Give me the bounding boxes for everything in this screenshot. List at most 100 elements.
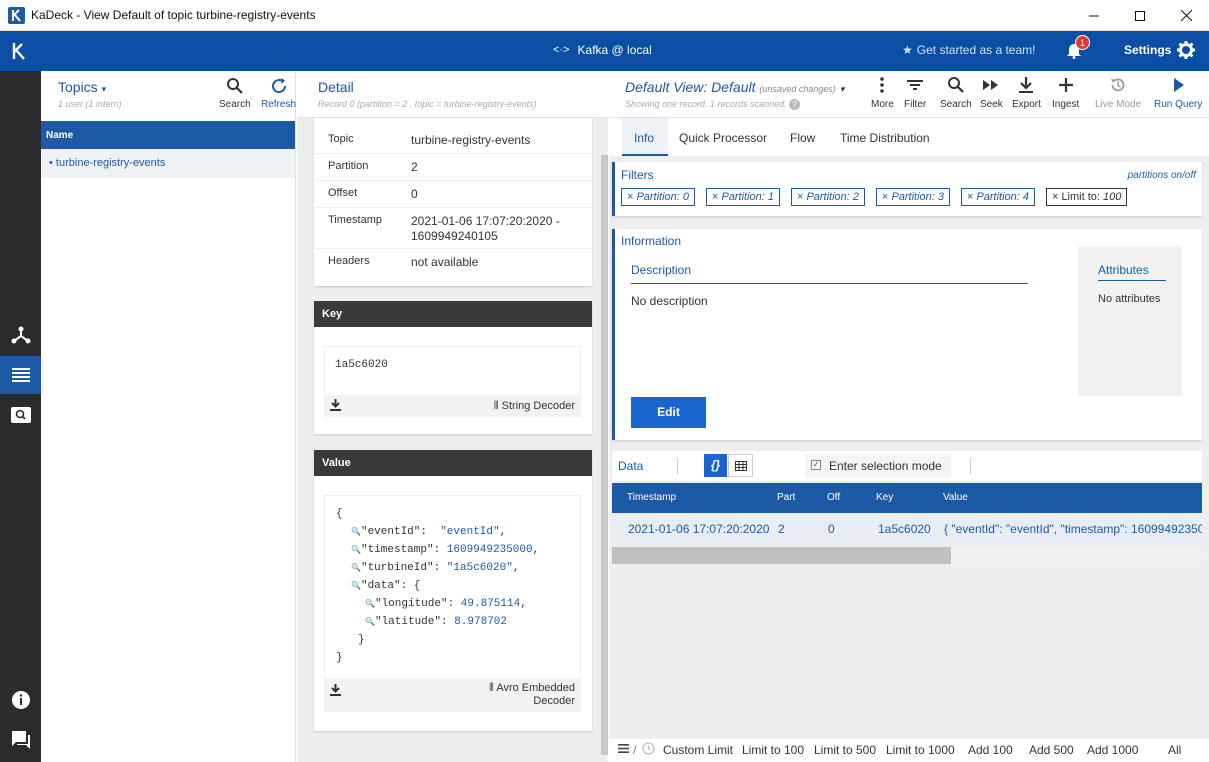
chat-icon[interactable] — [0, 721, 41, 759]
column-header-key[interactable]: Key — [876, 492, 893, 503]
seek-button[interactable]: Seek — [980, 76, 1003, 110]
information-label: Information — [621, 234, 682, 248]
key-decoder-bar: ⦀ String Decoder — [324, 395, 581, 417]
ingest-button[interactable]: Ingest — [1052, 76, 1079, 110]
filter-chip-limit[interactable]: × Limit to: 100 — [1046, 188, 1128, 206]
column-header-part[interactable]: Part — [777, 492, 795, 503]
key-decoder-selector[interactable]: ⦀ String Decoder — [494, 400, 575, 413]
metadata-key: Offset — [328, 187, 358, 199]
add-1000-button[interactable]: Add 1000 — [1087, 743, 1138, 757]
tab-flow[interactable]: Flow — [790, 131, 815, 145]
gear-icon[interactable] — [1177, 41, 1195, 59]
all-button[interactable]: All — [1168, 743, 1181, 757]
kadeck-logo-icon[interactable] — [12, 41, 30, 61]
tab-quick-processor[interactable]: Quick Processor — [679, 131, 767, 145]
close-icon[interactable]: × — [882, 191, 888, 203]
json-value: 1609949235000 — [446, 544, 533, 556]
export-button[interactable]: Export — [1012, 76, 1041, 110]
filter-chip-partition-3[interactable]: × Partition: 3 — [876, 188, 951, 206]
table-view-icon[interactable] — [728, 454, 753, 477]
json-key: "turbineId" — [360, 562, 434, 574]
column-header-off[interactable]: Off — [827, 492, 840, 503]
cell-key: 1a5c6020 — [878, 522, 931, 536]
filter-chip-partition-1[interactable]: × Partition: 1 — [706, 188, 781, 206]
refresh-button[interactable]: Refresh — [261, 77, 296, 110]
edit-button[interactable]: Edit — [631, 397, 706, 428]
json-key: "data" — [360, 580, 401, 592]
selection-mode-toggle[interactable]: ✓ Enter selection mode — [805, 454, 951, 477]
topic-list-item[interactable]: • turbine-registry-events — [41, 149, 295, 178]
nav-topology-icon[interactable] — [0, 316, 41, 354]
team-link[interactable]: ★ Get started as a team! — [902, 43, 1036, 57]
value-decoder-bar: ⦀ Avro Embedded Decoder — [324, 678, 581, 712]
filter-chip-partition-4[interactable]: × Partition: 4 — [961, 188, 1036, 206]
help-icon[interactable]: ? — [789, 99, 801, 110]
value-decoder-selector[interactable]: ⦀ Avro Embedded Decoder — [489, 682, 575, 708]
settings-link[interactable]: Settings — [1124, 43, 1171, 57]
ingest-label: Ingest — [1052, 99, 1080, 110]
horizontal-scroll-track[interactable] — [612, 547, 1202, 564]
view-panel: Default View: Default (unsaved changes) … — [609, 71, 1209, 762]
nav-search-icon[interactable] — [0, 396, 41, 434]
chip-label: Partition: — [721, 191, 765, 203]
key-content[interactable]: 1a5c6020 — [324, 346, 581, 396]
checkbox-icon[interactable]: ✓ — [811, 460, 821, 470]
run-query-button[interactable]: Run Query — [1154, 76, 1202, 110]
info-icon[interactable] — [0, 681, 41, 719]
limit-500-button[interactable]: Limit to 500 — [814, 743, 876, 757]
close-icon[interactable]: × — [797, 191, 803, 203]
json-line-turbineid: 🔍"turbineId": "1a5c6020", — [351, 562, 520, 574]
history-icon — [1111, 78, 1125, 92]
close-icon[interactable]: × — [967, 191, 973, 203]
search-button[interactable]: Search — [940, 76, 972, 110]
live-mode-button[interactable]: Live Mode — [1095, 76, 1141, 110]
add-500-button[interactable]: Add 500 — [1029, 743, 1074, 757]
json-key: "longitude" — [374, 598, 448, 610]
view-selector[interactable]: Default View: Default (unsaved changes) … — [625, 79, 844, 95]
json-view-icon[interactable]: {} — [704, 454, 727, 477]
limit-100-button[interactable]: Limit to 100 — [742, 743, 804, 757]
partitions-toggle[interactable]: partitions on/off — [1128, 170, 1196, 181]
custom-limit-button[interactable]: Custom Limit — [663, 743, 733, 757]
menu-icon[interactable] — [618, 744, 629, 753]
column-header-timestamp[interactable]: Timestamp — [627, 492, 676, 503]
more-button[interactable]: More — [871, 76, 894, 110]
maximize-button[interactable] — [1117, 0, 1163, 31]
fast-forward-icon — [983, 80, 999, 90]
close-window-button[interactable] — [1163, 0, 1209, 31]
connection-selector[interactable]: <·> Kafka @ local — [553, 43, 652, 57]
search-button[interactable]: Search — [219, 77, 251, 110]
filter-chip-partition-2[interactable]: × Partition: 2 — [791, 188, 866, 206]
tab-info[interactable]: Info — [634, 131, 654, 145]
minimize-button[interactable] — [1071, 0, 1117, 31]
clock-icon[interactable] — [642, 742, 655, 755]
refresh-label: Refresh — [261, 99, 297, 110]
close-icon[interactable]: × — [712, 191, 718, 203]
column-header-value[interactable]: Value — [943, 492, 968, 503]
download-icon[interactable] — [330, 399, 341, 411]
nav-topics-list-icon[interactable] — [0, 356, 41, 394]
table-row[interactable]: 2021-01-06 17:07:20:2020 2 0 1a5c6020 { … — [612, 513, 1202, 545]
close-icon[interactable]: × — [1052, 191, 1058, 203]
download-icon[interactable] — [330, 684, 341, 696]
detail-scrollbar[interactable] — [601, 155, 608, 755]
json-line-eventid: 🔍"eventId": "eventId", — [351, 526, 507, 538]
topics-dropdown[interactable]: Topics ▾ — [58, 79, 106, 95]
timestamp-epoch: 1609949240105 — [411, 229, 498, 243]
value-json-viewer[interactable]: { 🔍"eventId": "eventId", 🔍"timestamp": 1… — [324, 495, 581, 679]
detail-header: Detail Record 0 (partition = 2 , topic =… — [297, 71, 608, 118]
chevron-down-icon: ▾ — [101, 84, 107, 94]
notification-badge: 1 — [1075, 35, 1090, 50]
limit-1000-button[interactable]: Limit to 1000 — [886, 743, 955, 757]
selection-mode-label: Enter selection mode — [829, 459, 942, 473]
add-100-button[interactable]: Add 100 — [968, 743, 1013, 757]
chip-label: Partition: — [891, 191, 935, 203]
tab-time-distribution[interactable]: Time Distribution — [840, 131, 930, 145]
filter-button[interactable]: Filter — [904, 76, 926, 110]
horizontal-scrollbar-thumb[interactable] — [612, 547, 951, 564]
filter-chip-partition-0[interactable]: × Partition: 0 — [621, 188, 696, 206]
topics-name-column-header[interactable]: Name — [41, 121, 295, 149]
information-card: Information Description No description A… — [612, 229, 1202, 440]
close-icon[interactable]: × — [627, 191, 633, 203]
plus-icon — [1058, 78, 1073, 92]
